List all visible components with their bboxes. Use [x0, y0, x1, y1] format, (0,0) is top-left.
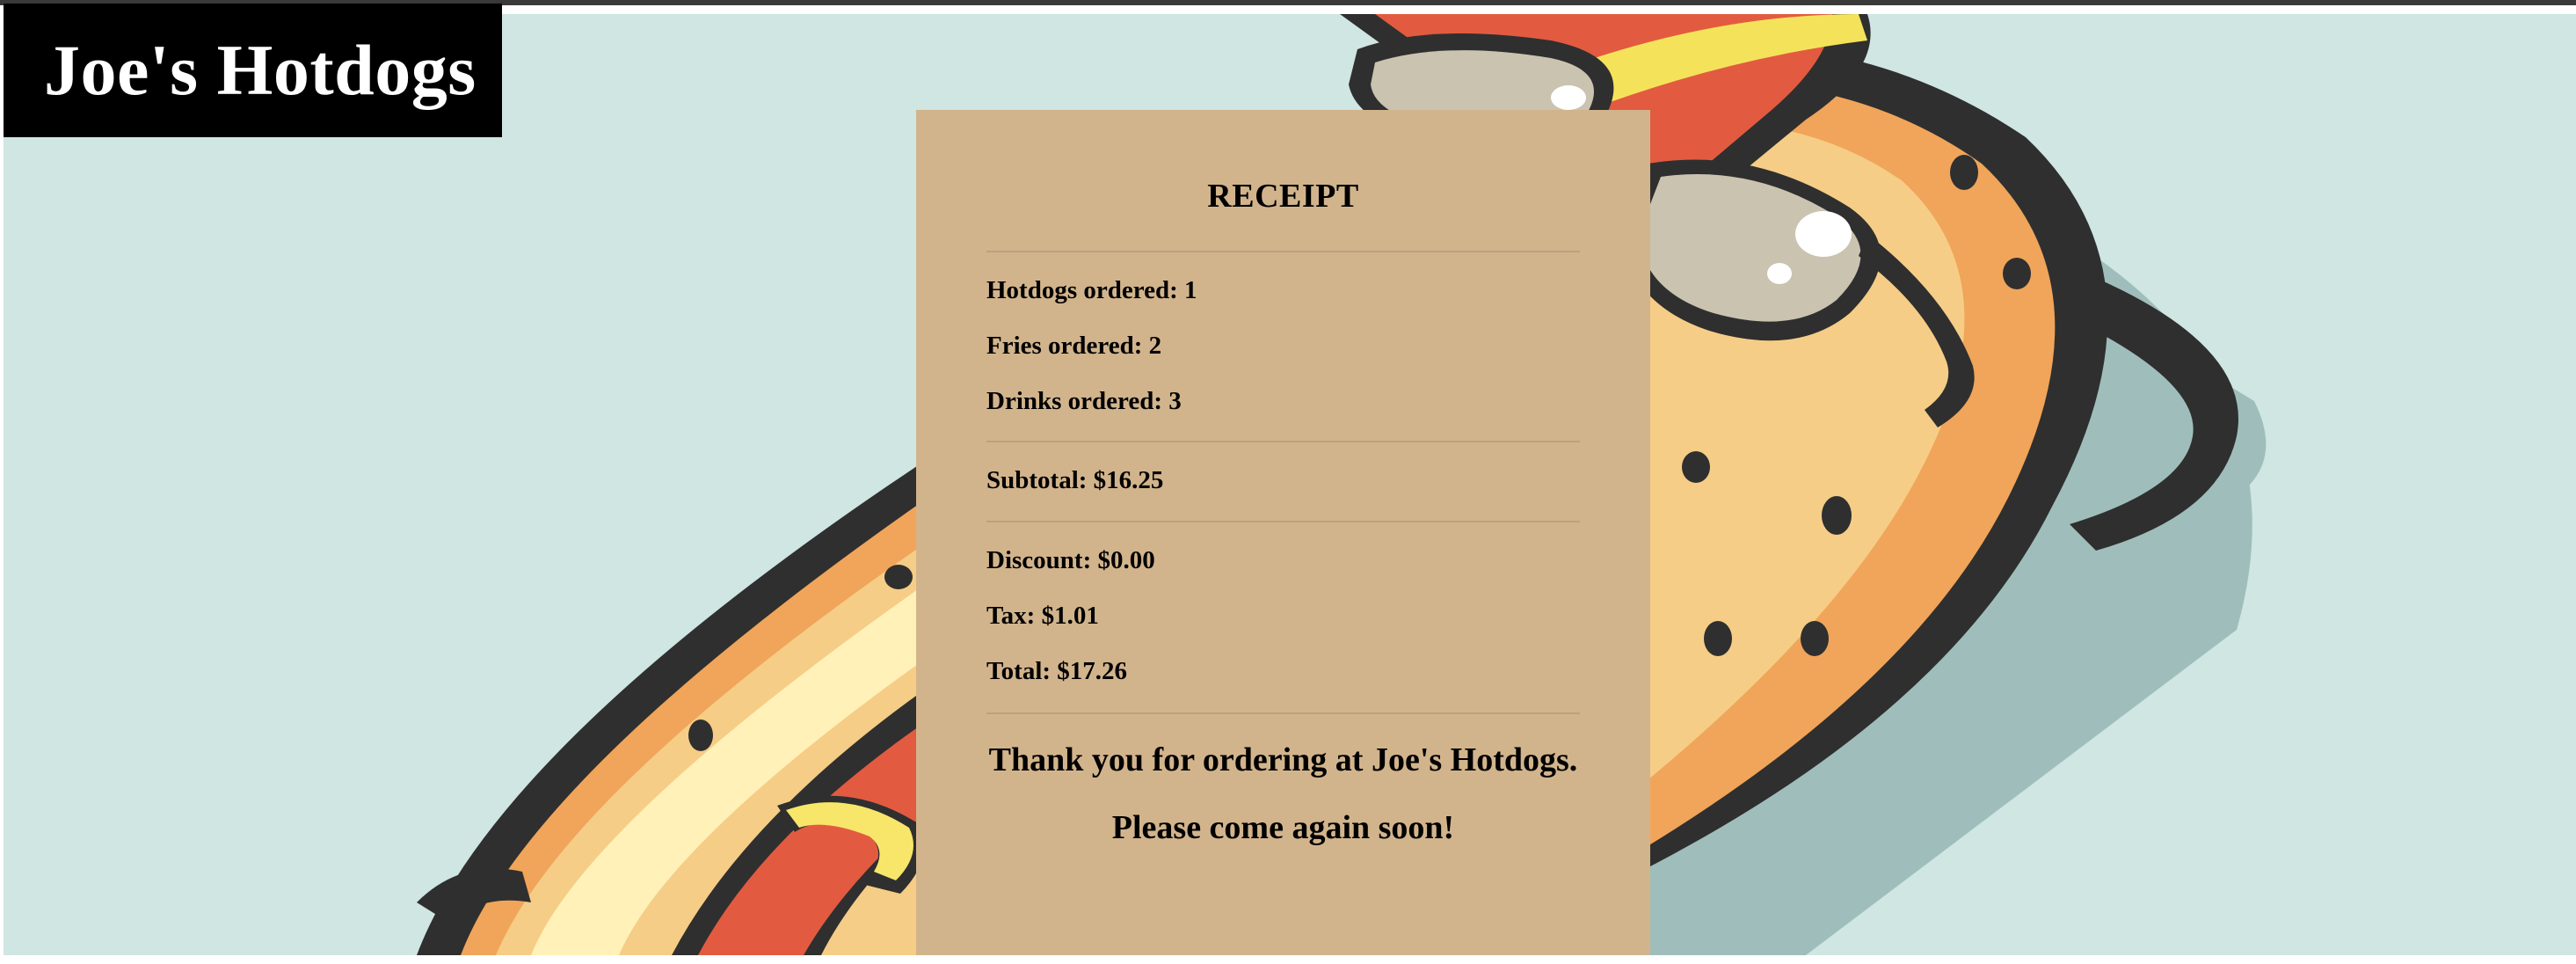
- order-counts: Hotdogs ordered: 1 Fries ordered: 2 Drin…: [986, 252, 1580, 441]
- discount: Discount: $0.00: [986, 546, 1155, 574]
- subtotal: Subtotal: $16.25: [986, 466, 1164, 494]
- subtotal-section: Subtotal: $16.25: [986, 442, 1580, 521]
- divider: [986, 712, 1580, 714]
- fries-ordered: Fries ordered: 2: [986, 332, 1162, 360]
- hotdogs-ordered: Hotdogs ordered: 1: [986, 276, 1197, 304]
- total: Total: $17.26: [986, 657, 1128, 685]
- brand-header: Joe's Hotdogs: [4, 4, 502, 137]
- come-again-message: Please come again soon!: [1111, 809, 1455, 846]
- brand-title: Joe's Hotdogs: [44, 30, 477, 110]
- tax: Tax: $1.01: [986, 602, 1099, 630]
- thank-you-message: Thank you for ordering at Joe's Hotdogs.: [988, 741, 1578, 778]
- drinks-ordered: Drinks ordered: 3: [986, 387, 1182, 415]
- receipt-card: RECEIPT Hotdogs ordered: 1 Fries ordered…: [916, 110, 1650, 955]
- totals-section: Discount: $0.00 Tax: $1.01 Total: $17.26: [986, 522, 1580, 712]
- receipt-title: RECEIPT: [1207, 178, 1359, 215]
